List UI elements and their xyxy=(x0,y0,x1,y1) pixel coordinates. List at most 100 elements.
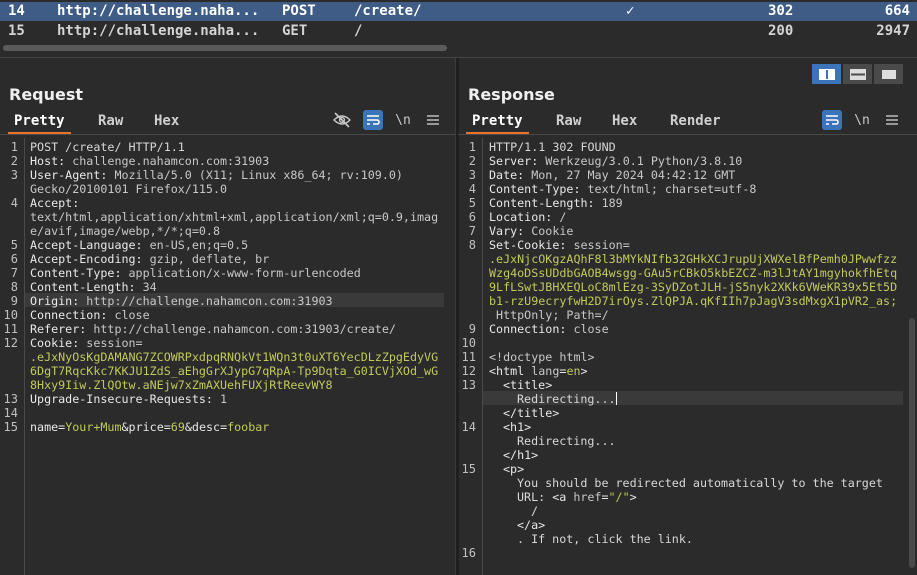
header-value: en-US,en;q=0.5 xyxy=(142,238,249,252)
header-key: Content-Length: xyxy=(489,196,595,210)
header-connection: Connection: close xyxy=(489,322,609,336)
cookie-value: .eJxNyOsKgDAMANG7ZCOWRPxdpqRNQkVt1WQn3t0… xyxy=(30,350,439,364)
text-run: URL: xyxy=(517,490,553,504)
row-number: 15 xyxy=(8,23,25,39)
status-line: HTTP/1.1 302 FOUND xyxy=(489,140,616,154)
title-text: Redirecting... xyxy=(517,392,617,406)
tab-raw[interactable]: Raw xyxy=(550,110,587,132)
newline-icon[interactable]: \n xyxy=(393,110,413,130)
cookie-value: 6DgT7RqcKkc7KKJU1ZdS_aEhgGrXJypG7qRpA-Tp… xyxy=(30,364,439,378)
menu-icon[interactable] xyxy=(882,110,902,130)
tab-pretty[interactable]: Pretty xyxy=(8,110,71,135)
tab-hex[interactable]: Hex xyxy=(148,110,185,132)
header-vary: Vary: Cookie xyxy=(489,224,573,238)
header-key: Cookie: xyxy=(30,336,80,350)
attr-name: lang xyxy=(531,364,560,378)
tab-hex[interactable]: Hex xyxy=(606,110,643,132)
param-name: name xyxy=(30,420,59,434)
wrap-icon[interactable] xyxy=(822,110,842,130)
split-vertical-icon[interactable] xyxy=(812,64,841,84)
line-number: 9 xyxy=(468,322,476,336)
line-number: 6 xyxy=(10,252,18,266)
header-upgrade-insecure: Upgrade-Insecure-Requests: 1 xyxy=(30,392,227,406)
line-number: 5 xyxy=(468,196,476,210)
attr-value: "/" xyxy=(608,490,630,504)
header-value: challenge.nahamcon.com:31903 xyxy=(65,154,270,168)
line-number: 4 xyxy=(468,182,476,196)
cookie-value: Wzg4oDSsUDdbGAOB4wsgg-GAu5rCBkO5kbEZCZ-m… xyxy=(489,266,898,280)
header-key: Date: xyxy=(489,168,525,182)
cookie-attributes: HttpOnly; Path=/ xyxy=(489,308,609,322)
param-separator: & xyxy=(184,420,192,434)
vertical-scrollbar[interactable] xyxy=(909,318,915,568)
response-editor[interactable]: 1 2 3 4 5 6 7 8 9 10 11 12 13 14 15 16 H… xyxy=(458,138,917,575)
cookie-value: b1-rzU9ecryfwH2D7irOys.ZlQPJA.qKfIIh7pJa… xyxy=(489,294,898,308)
header-value: / xyxy=(552,210,567,224)
tag-name: <a xyxy=(552,490,574,504)
table-row[interactable]: 14 http://challenge.naha... POST /create… xyxy=(0,2,917,21)
header-value: close xyxy=(566,322,609,336)
line-number: 11 xyxy=(3,322,18,336)
header-key: Origin: xyxy=(30,294,80,308)
header-value: text/html,application/xhtml+xml,applicat… xyxy=(30,210,439,224)
eye-off-icon[interactable] xyxy=(332,110,352,130)
tag-close: > xyxy=(629,490,637,504)
header-value: Werkzeug/3.0.1 Python/3.8.10 xyxy=(538,154,743,168)
row-host: http://challenge.naha... xyxy=(57,3,260,19)
header-key: Host: xyxy=(30,154,66,168)
header-set-cookie: Set-Cookie: session= xyxy=(489,238,630,252)
p-open-tag: <p> xyxy=(503,462,525,476)
line-number: 11 xyxy=(461,350,476,364)
html-open-tag: <html lang=en> xyxy=(489,364,588,378)
line-number: 2 xyxy=(468,154,476,168)
param-value: 69 xyxy=(170,420,185,434)
row-host: http://challenge.naha... xyxy=(57,23,260,39)
line-number: 15 xyxy=(461,462,476,476)
param-name: price xyxy=(128,420,164,434)
header-value: 189 xyxy=(594,196,623,210)
history-table: 14 http://challenge.naha... POST /create… xyxy=(0,0,917,60)
header-content-length: Content-Length: 189 xyxy=(489,196,623,210)
wrap-icon[interactable] xyxy=(363,110,383,130)
header-connection: Connection: close xyxy=(30,308,150,322)
tab-pretty[interactable]: Pretty xyxy=(466,110,529,135)
single-pane-icon[interactable] xyxy=(874,64,903,84)
tab-render[interactable]: Render xyxy=(664,110,727,132)
response-title: Response xyxy=(468,85,555,104)
header-origin: Origin: http://challenge.nahamcon.com:31… xyxy=(30,294,333,308)
p-text-url: URL: <a href="/"> xyxy=(517,490,637,504)
param-value: foobar xyxy=(227,420,270,434)
header-value: http://challenge.nahamcon.com:31903 xyxy=(79,294,333,308)
text-cursor xyxy=(615,392,617,405)
param-name: desc xyxy=(191,420,221,434)
response-pane: Response Pretty Raw Hex Render \n 1 2 3 … xyxy=(458,58,917,575)
row-method: POST xyxy=(282,3,316,19)
request-editor[interactable]: 1 2 3 4 5 6 7 8 9 10 11 12 13 14 15 POST… xyxy=(0,138,456,575)
header-key: Upgrade-Insecure-Requests: xyxy=(30,392,213,406)
row-status: 200 xyxy=(768,23,794,39)
menu-icon[interactable] xyxy=(423,110,443,130)
tag-close: > xyxy=(580,364,588,378)
line-number: 13 xyxy=(461,378,476,392)
layout-toggle xyxy=(812,64,905,84)
p-text: You should be redirected automatically t… xyxy=(517,476,883,490)
h1-close-tag: </h1> xyxy=(503,448,539,462)
table-row[interactable]: 15 http://challenge.naha... GET / 200 29… xyxy=(0,22,917,41)
attr-name: href xyxy=(573,490,602,504)
header-value: session= xyxy=(566,238,630,252)
line-number: 15 xyxy=(3,420,18,434)
tab-raw[interactable]: Raw xyxy=(92,110,129,132)
row-url: / xyxy=(354,23,363,39)
header-key: Referer: xyxy=(30,322,87,336)
cookie-value: 8Hxy9Iiw.ZlQOtw.aNEjw7xZmAXUehFUXjRtReev… xyxy=(30,378,333,392)
newline-icon[interactable]: \n xyxy=(852,110,872,130)
request-line: POST /create/ HTTP/1.1 xyxy=(30,140,185,154)
horizontal-scrollbar[interactable] xyxy=(3,45,447,51)
header-key: Server: xyxy=(489,154,539,168)
split-horizontal-icon[interactable] xyxy=(843,64,872,84)
header-key: Set-Cookie: xyxy=(489,238,567,252)
anchor-close-tag: </a> xyxy=(517,518,546,532)
header-value-cont: Gecko/20100101 Firefox/115.0 xyxy=(30,182,228,196)
response-tabs: Pretty Raw Hex Render xyxy=(466,110,766,135)
attr-value: en xyxy=(566,364,581,378)
